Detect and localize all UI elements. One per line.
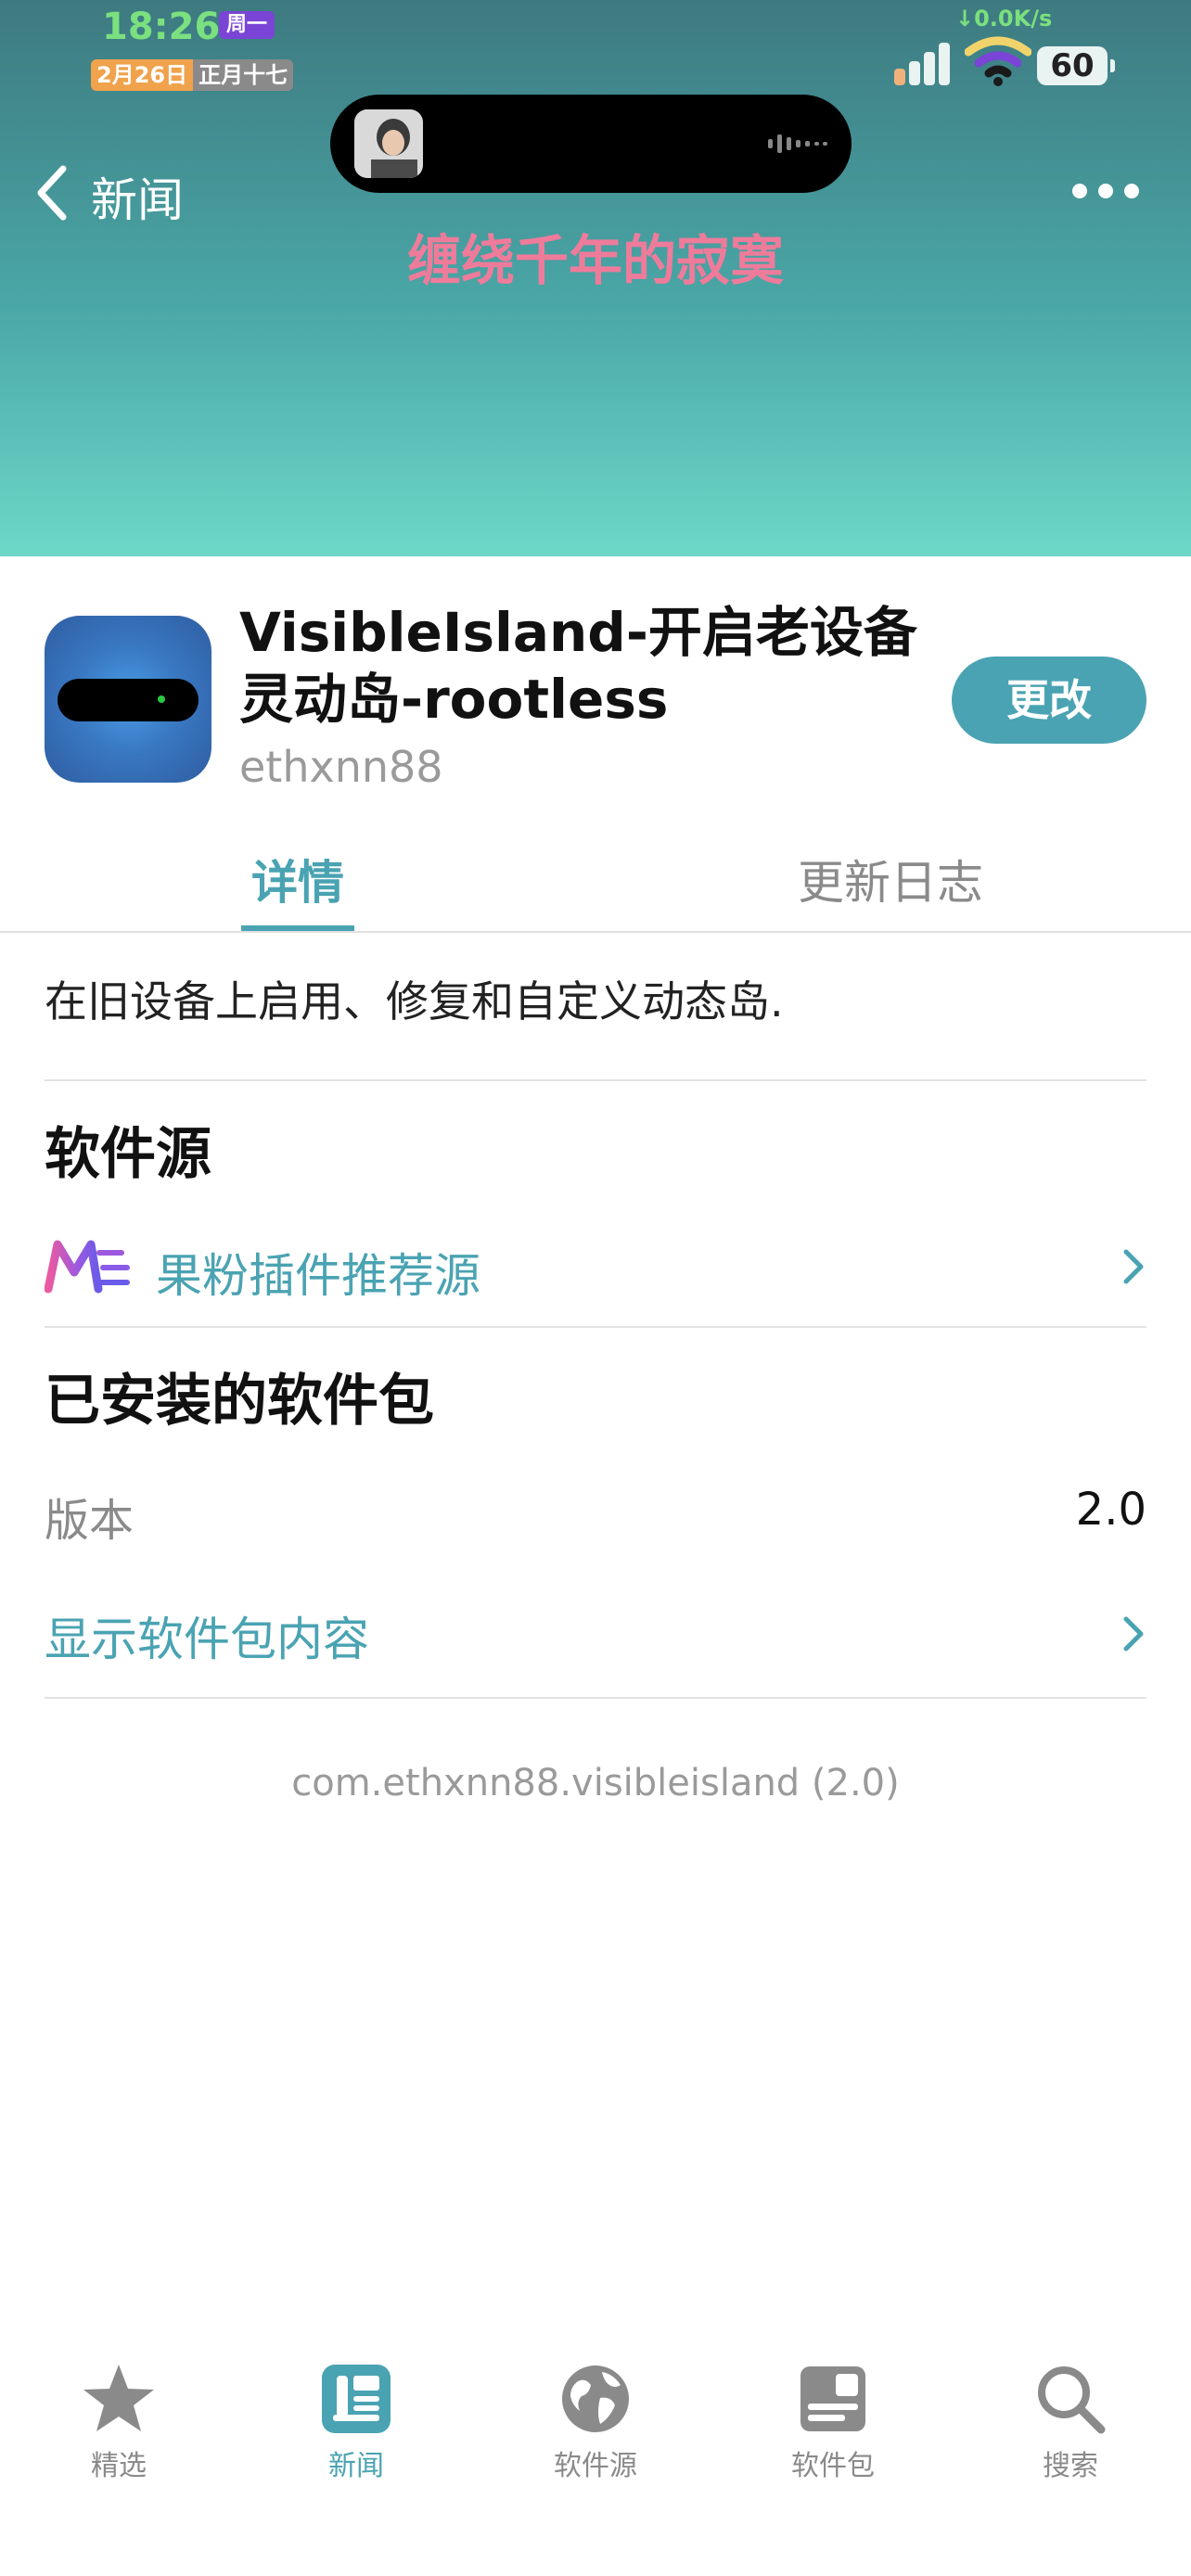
search-icon: [1038, 2366, 1106, 2434]
header-banner-text: 缠绕千年的寂寞: [406, 229, 784, 292]
repo-logo-icon: [45, 1240, 130, 1294]
net-speed: ↓0.0K/s: [955, 6, 1053, 32]
package-title: VisibleIsland-开启老设备灵动岛-rootless: [239, 601, 917, 731]
chevron-right-icon: [1123, 1616, 1144, 1651]
tabbar-item-search[interactable]: 搜索: [996, 2361, 1145, 2483]
tabbar-item-packages[interactable]: 软件包: [759, 2361, 907, 2483]
section-divider: [45, 1079, 1146, 1081]
tabs-divider: [0, 931, 1191, 933]
section-divider: [45, 1697, 1146, 1699]
tab-details[interactable]: 详情: [241, 846, 354, 912]
version-value: 2.0: [1075, 1484, 1146, 1536]
newspaper-icon: [322, 2365, 391, 2433]
wifi-icon: [965, 36, 1031, 86]
show-package-contents-link[interactable]: 显示软件包内容: [45, 1602, 369, 1669]
now-playing-artwork: [354, 109, 423, 178]
tabbar-label: 软件源: [554, 2450, 637, 2482]
more-icon[interactable]: [1070, 182, 1141, 200]
repo-section-title: 软件源: [45, 1122, 211, 1187]
package-description: 在旧设备上启用、修复和自定义动态岛.: [45, 976, 784, 1027]
tabbar-item-news[interactable]: 新闻: [282, 2361, 430, 2483]
dynamic-island[interactable]: [330, 95, 852, 193]
star-icon: [83, 2365, 154, 2431]
audio-waveform-icon: [768, 134, 827, 153]
tabbar-label: 精选: [91, 2450, 147, 2482]
package-identifier: com.ethxnn88.visibleisland (2.0): [291, 1762, 900, 1804]
chevron-right-icon: [1123, 1249, 1144, 1284]
status-date-solar: 2月26日: [91, 59, 194, 91]
repo-name: 果粉插件推荐源: [156, 1249, 480, 1303]
status-time: 18:26: [102, 6, 221, 48]
tabbar-item-sources[interactable]: 软件源: [521, 2361, 670, 2483]
repo-row[interactable]: 果粉插件推荐源: [45, 1231, 1146, 1303]
status-date-lunar: 正月十七: [193, 59, 294, 91]
battery-indicator: 60: [1037, 46, 1115, 85]
tabbar-label: 搜索: [1043, 2450, 1098, 2482]
section-divider: [45, 1326, 1146, 1328]
tabbar-label: 软件包: [791, 2450, 875, 2482]
package-icon: [800, 2366, 865, 2431]
tabbar-item-featured[interactable]: 精选: [45, 2361, 193, 2483]
version-label: 版本: [45, 1495, 134, 1547]
globe-icon: [562, 2366, 629, 2432]
package-author[interactable]: ethxnn88: [239, 742, 443, 792]
tab-changelog[interactable]: 更新日志: [798, 846, 983, 912]
status-weekday: 周一: [219, 11, 275, 39]
cellular-signal-icon: [894, 43, 950, 85]
modify-button[interactable]: 更改: [952, 657, 1146, 744]
status-date: 2月26日 正月十七: [91, 59, 294, 91]
back-chevron-icon[interactable]: [33, 163, 70, 223]
tabbar-label: 新闻: [328, 2450, 384, 2482]
camera-dot-graphic: [158, 695, 165, 703]
installed-section-title: 已安装的软件包: [45, 1369, 434, 1434]
app-icon: [45, 616, 211, 783]
island-pill-graphic: [58, 679, 198, 721]
